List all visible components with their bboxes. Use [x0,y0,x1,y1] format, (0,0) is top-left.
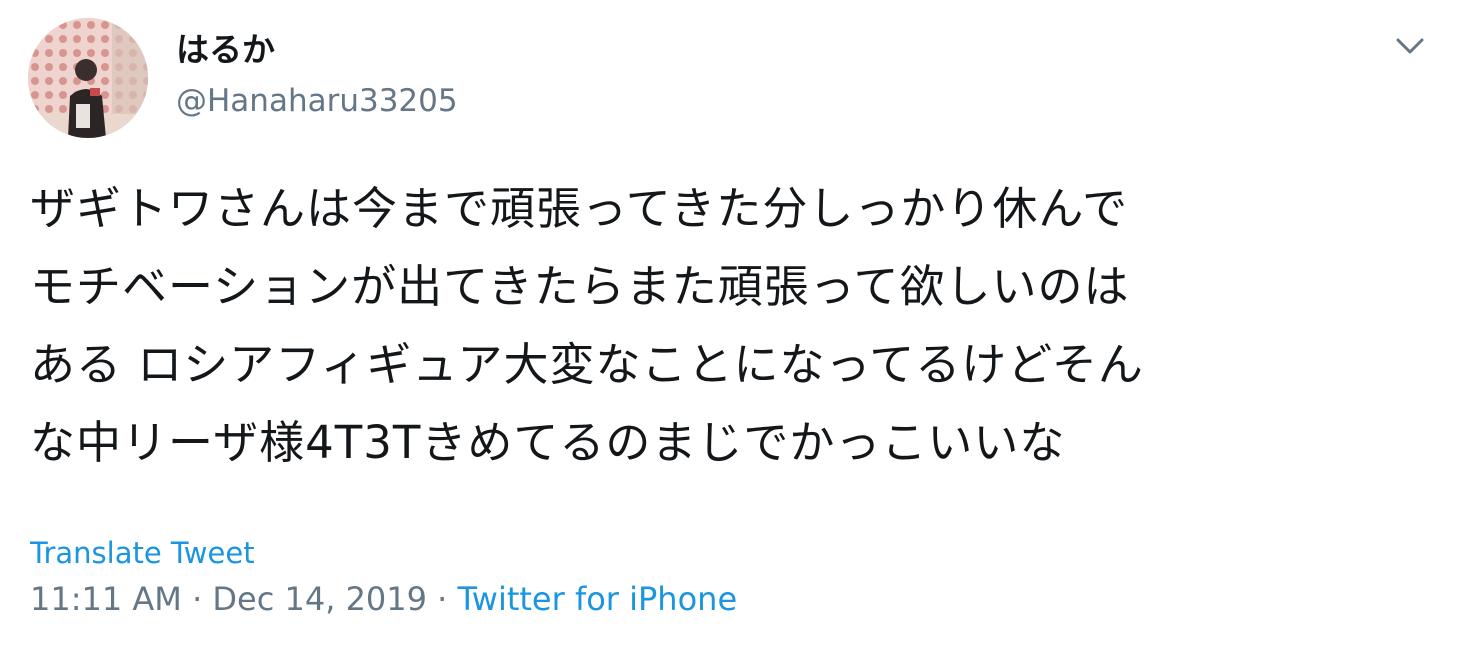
tweet-date[interactable]: Dec 14, 2019 [212,580,427,618]
display-name[interactable]: はるか [176,28,275,72]
meta-separator: · [437,580,448,618]
avatar[interactable] [28,18,148,138]
tweet-text: ザギトワさんは今まで頑張ってきた分しっかり休んで モチベーションが出てきたらまた… [30,170,1430,482]
avatar-image [28,18,148,138]
chevron-down-icon[interactable] [1388,28,1432,64]
username[interactable]: @Hanaharu33205 [176,80,458,122]
meta-separator: · [192,580,203,618]
tweet-metadata: 11:11 AM · Dec 14, 2019 · Twitter for iP… [30,578,737,620]
tweet-text-line: モチベーションが出てきたらまた頑張って欲しいのは [30,260,1130,313]
translate-tweet-link[interactable]: Translate Tweet [30,534,255,572]
tweet-text-line: な中リーザ様4T3Tきめてるのまじでかっこいいな [30,416,1066,469]
tweet-text-line: ザギトワさんは今まで頑張ってきた分しっかり休んで [30,182,1129,235]
tweet-source-link[interactable]: Twitter for iPhone [458,580,738,618]
tweet-card: はるか @Hanaharu33205 ザギトワさんは今まで頑張ってきた分しっかり… [0,0,1460,645]
tweet-time[interactable]: 11:11 AM [30,580,182,618]
tweet-text-line: ある ロシアフィギュア大変なことになってるけどそん [30,338,1144,391]
